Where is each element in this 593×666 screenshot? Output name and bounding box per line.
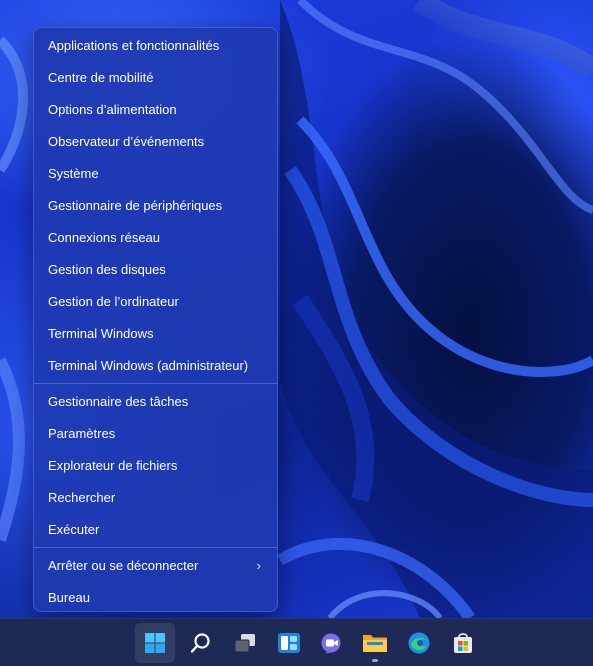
menu-item-terminal-admin[interactable]: Terminal Windows (administrateur) (34, 350, 277, 382)
edge-button[interactable] (399, 623, 439, 663)
search-button[interactable] (181, 623, 221, 663)
menu-item-run[interactable]: Exécuter (34, 514, 277, 546)
menu-item-label: Options d’alimentation (48, 102, 177, 117)
menu-group-system-tools: Applications et fonctionnalités Centre de… (34, 30, 277, 382)
menu-group-session: Arrêter ou se déconnecter › Bureau (34, 550, 277, 614)
menu-item-label: Gestion des disques (48, 262, 166, 277)
search-icon (190, 633, 210, 653)
store-button[interactable] (443, 623, 483, 663)
menu-item-label: Gestionnaire de périphériques (48, 198, 223, 213)
menu-item-label: Exécuter (48, 522, 100, 537)
menu-item-shutdown[interactable]: Arrêter ou se déconnecter › (34, 550, 277, 582)
menu-item-search[interactable]: Rechercher (34, 482, 277, 514)
menu-item-system[interactable]: Système (34, 158, 277, 190)
menu-item-label: Bureau (48, 590, 90, 605)
menu-item-label: Terminal Windows (48, 326, 154, 341)
teams-chat-icon (321, 633, 341, 654)
menu-item-label: Observateur d’événements (48, 134, 205, 149)
task-view-icon (234, 634, 255, 653)
edge-icon (408, 632, 430, 654)
file-explorer-icon (363, 635, 387, 652)
file-explorer-button[interactable] (355, 623, 395, 663)
menu-item-network[interactable]: Connexions réseau (34, 222, 277, 254)
menu-item-label: Terminal Windows (administrateur) (48, 358, 249, 373)
menu-item-settings[interactable]: Paramètres (34, 418, 277, 450)
menu-item-device-manager[interactable]: Gestionnaire de périphériques (34, 190, 277, 222)
menu-group-apps: Gestionnaire des tâches Paramètres Explora… (34, 386, 277, 546)
store-icon (454, 633, 472, 653)
menu-item-terminal[interactable]: Terminal Windows (34, 318, 277, 350)
menu-item-label: Explorateur de fichiers (48, 458, 178, 473)
menu-separator (34, 383, 277, 384)
menu-item-label: Applications et fonctionnalités (48, 38, 220, 53)
menu-item-disk[interactable]: Gestion des disques (34, 254, 277, 286)
menu-item-mobility[interactable]: Centre de mobilité (34, 62, 277, 94)
menu-item-label: Rechercher (48, 490, 116, 505)
start-button[interactable] (135, 623, 175, 663)
chevron-right-icon: › (256, 558, 261, 573)
winx-context-menu: Applications et fonctionnalités Centre de… (33, 27, 278, 612)
teams-chat-button[interactable] (312, 623, 352, 663)
menu-item-label: Gestionnaire des tâches (48, 394, 189, 409)
menu-item-label: Connexions réseau (48, 230, 161, 245)
menu-item-label: Arrêter ou se déconnecter (48, 558, 199, 573)
menu-item-task-manager[interactable]: Gestionnaire des tâches (34, 386, 277, 418)
menu-item-apps[interactable]: Applications et fonctionnalités (34, 30, 277, 62)
start-icon (145, 633, 165, 653)
taskbar (0, 618, 593, 666)
menu-item-label: Gestion de l’ordinateur (48, 294, 179, 309)
running-indicator (372, 659, 378, 662)
widgets-icon (278, 633, 300, 653)
menu-item-power[interactable]: Options d’alimentation (34, 94, 277, 126)
task-view-button[interactable] (225, 623, 265, 663)
widgets-button[interactable] (269, 623, 309, 663)
menu-item-explorer[interactable]: Explorateur de fichiers (34, 450, 277, 482)
menu-item-label: Centre de mobilité (48, 70, 154, 85)
menu-item-computer-mgmt[interactable]: Gestion de l’ordinateur (34, 286, 277, 318)
menu-item-desktop[interactable]: Bureau (34, 582, 277, 614)
menu-item-label: Système (48, 166, 99, 181)
menu-item-event-viewer[interactable]: Observateur d’événements (34, 126, 277, 158)
menu-separator (34, 547, 277, 548)
menu-item-label: Paramètres (48, 426, 116, 441)
